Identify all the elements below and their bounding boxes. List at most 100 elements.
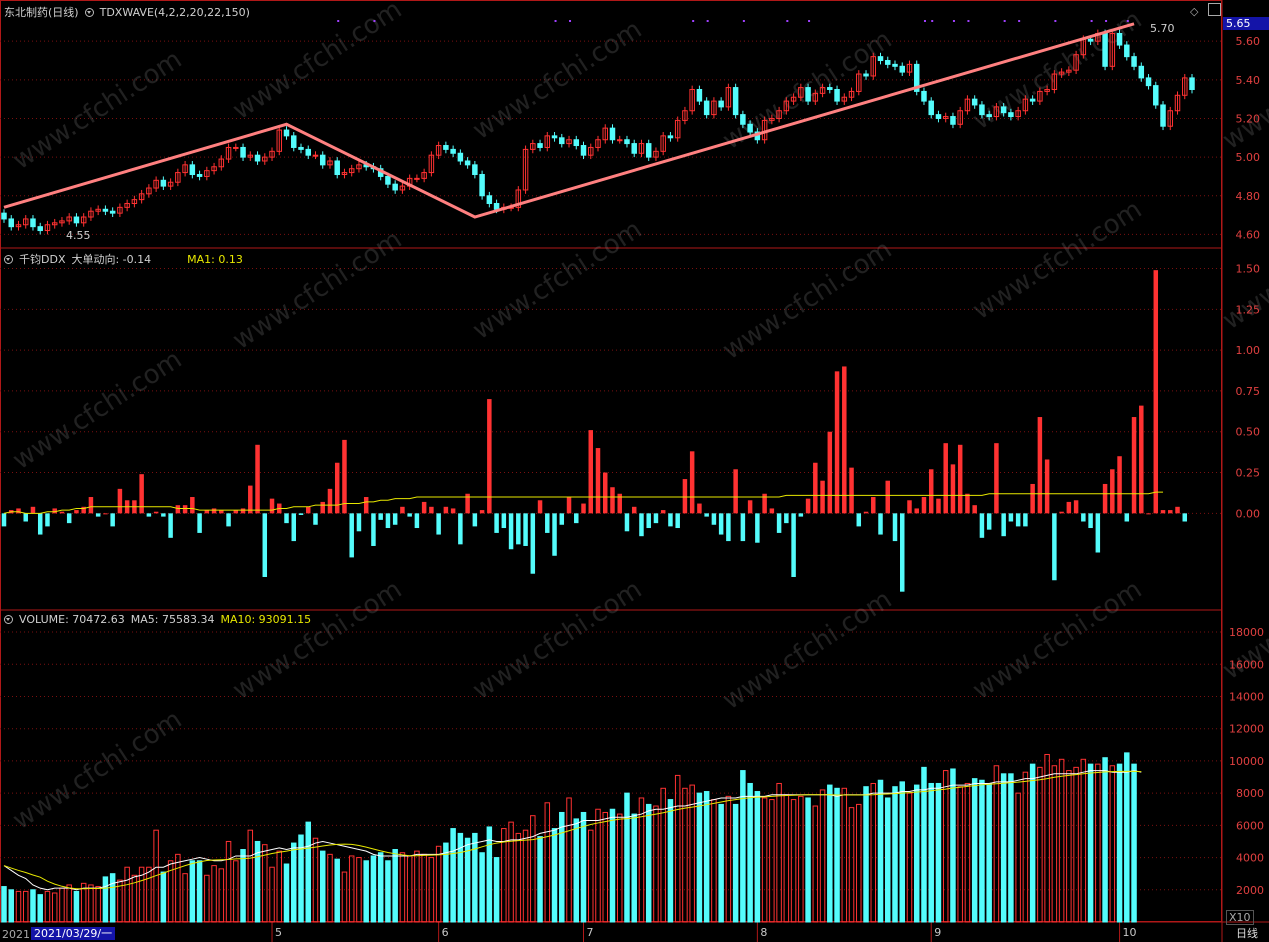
candle-body [551, 135, 558, 139]
month-label: 9 [934, 926, 941, 939]
ddx-bar [994, 443, 999, 514]
signal-dot [786, 20, 789, 22]
volume-bar [363, 860, 369, 923]
ddx-tick-label: 0.00 [1236, 507, 1261, 520]
ddx-bar [298, 513, 304, 515]
collapse-icon[interactable] [4, 254, 13, 264]
candle-body [312, 154, 319, 157]
volume-bar [580, 811, 587, 923]
volume-bar [841, 787, 848, 923]
candle-body [921, 90, 927, 102]
ddx-bar [255, 444, 260, 514]
ddx-bar [291, 513, 297, 542]
candle-body [1160, 104, 1166, 127]
ddx-bar [363, 497, 369, 514]
signal-dot [1105, 20, 1108, 22]
candle-body [443, 145, 449, 150]
ddx-bar [1117, 456, 1122, 514]
volume-bar [1102, 757, 1108, 923]
ddx-bar [602, 472, 608, 514]
volume-bar [515, 832, 522, 923]
candle-body [580, 145, 587, 156]
candle-body [537, 143, 543, 148]
price-tick-label: 5.60 [1236, 35, 1261, 48]
ddx-bar [726, 513, 731, 542]
ddx-bar [1168, 510, 1173, 514]
ddx-bar [1059, 511, 1064, 514]
ddx-bar [421, 501, 427, 514]
signal-dot [952, 20, 955, 22]
ddx-bar [646, 513, 651, 529]
volume-bar [66, 884, 72, 923]
volume-tick-label: 8000 [1236, 787, 1264, 800]
candle-body [493, 202, 500, 210]
window-box-icon[interactable] [1208, 3, 1221, 16]
candle-body [1008, 112, 1014, 118]
ddx-bar [885, 480, 891, 514]
period-label[interactable]: 日线 [1236, 927, 1258, 940]
ddx-bar [755, 513, 760, 543]
volume-ma10-label: MA10: 93091.15 [220, 613, 312, 626]
volume-bar [761, 797, 768, 923]
ddx-bar [689, 451, 695, 514]
ddx-bar [16, 508, 21, 514]
volume-bar [892, 786, 898, 923]
indicator-title: TDXWAVE(4,2,2,20,22,150) [99, 5, 250, 19]
candle-body [1124, 44, 1130, 58]
ddx-bar [697, 503, 702, 514]
collapse-icon[interactable] [4, 615, 13, 624]
price-low-label: 4.55 [66, 229, 91, 242]
candle-body [254, 154, 261, 162]
candle-body [8, 218, 14, 228]
candle-body [334, 160, 340, 176]
ddx-bar [436, 513, 441, 535]
watermark-text: www.cfchi.com [967, 575, 1147, 706]
volume-bar [319, 850, 326, 923]
ddx-bar [1110, 469, 1115, 514]
volume-bar [805, 797, 811, 923]
ddx-bar [842, 366, 847, 514]
ddx-bar [334, 462, 340, 514]
ddx-bar [1175, 506, 1180, 514]
collapse-icon[interactable] [84, 7, 94, 17]
volume-bar [334, 858, 340, 923]
volume-bar [993, 765, 1000, 923]
signal-dot [373, 20, 376, 22]
ddx-tick-label: 1.25 [1236, 303, 1261, 316]
ddx-bar [1095, 513, 1101, 553]
volume-bar [22, 890, 29, 923]
ddx-bar [965, 493, 970, 514]
volume-bar [1051, 765, 1058, 923]
ddx-bar [23, 513, 28, 522]
volume-bar [986, 782, 992, 923]
volume-bar [885, 797, 891, 923]
signal-dot [742, 20, 745, 22]
candle-body [392, 183, 398, 191]
settings-diamond-icon[interactable]: ◇ [1190, 5, 1198, 18]
price-tick-label: 4.80 [1236, 190, 1261, 203]
volume-bar [631, 813, 637, 923]
volume-bar [566, 797, 572, 923]
ddx-bar [284, 513, 289, 524]
volume-bar [493, 857, 500, 923]
volume-bar [1095, 763, 1101, 923]
ddx-bar [798, 513, 804, 517]
volume-bar [8, 889, 14, 923]
volume-bar [305, 821, 311, 923]
candle-body [305, 148, 311, 156]
candle-body [885, 60, 891, 65]
price-tick-label: 4.60 [1236, 228, 1261, 241]
candle-body [559, 137, 565, 145]
volume-bar [848, 807, 855, 923]
candle-body [102, 208, 109, 212]
signal-dot [967, 20, 970, 22]
ddx-bar [523, 513, 528, 546]
ddx-bar [226, 513, 231, 527]
volume-bar [240, 849, 246, 923]
ddx-tick-label: 1.50 [1236, 263, 1261, 276]
volume-bar [102, 876, 109, 923]
date-box[interactable]: 2021/03/29/一 [31, 927, 116, 940]
volume-bar [696, 792, 703, 923]
candle-body [979, 104, 985, 116]
volume-bar [913, 784, 920, 923]
